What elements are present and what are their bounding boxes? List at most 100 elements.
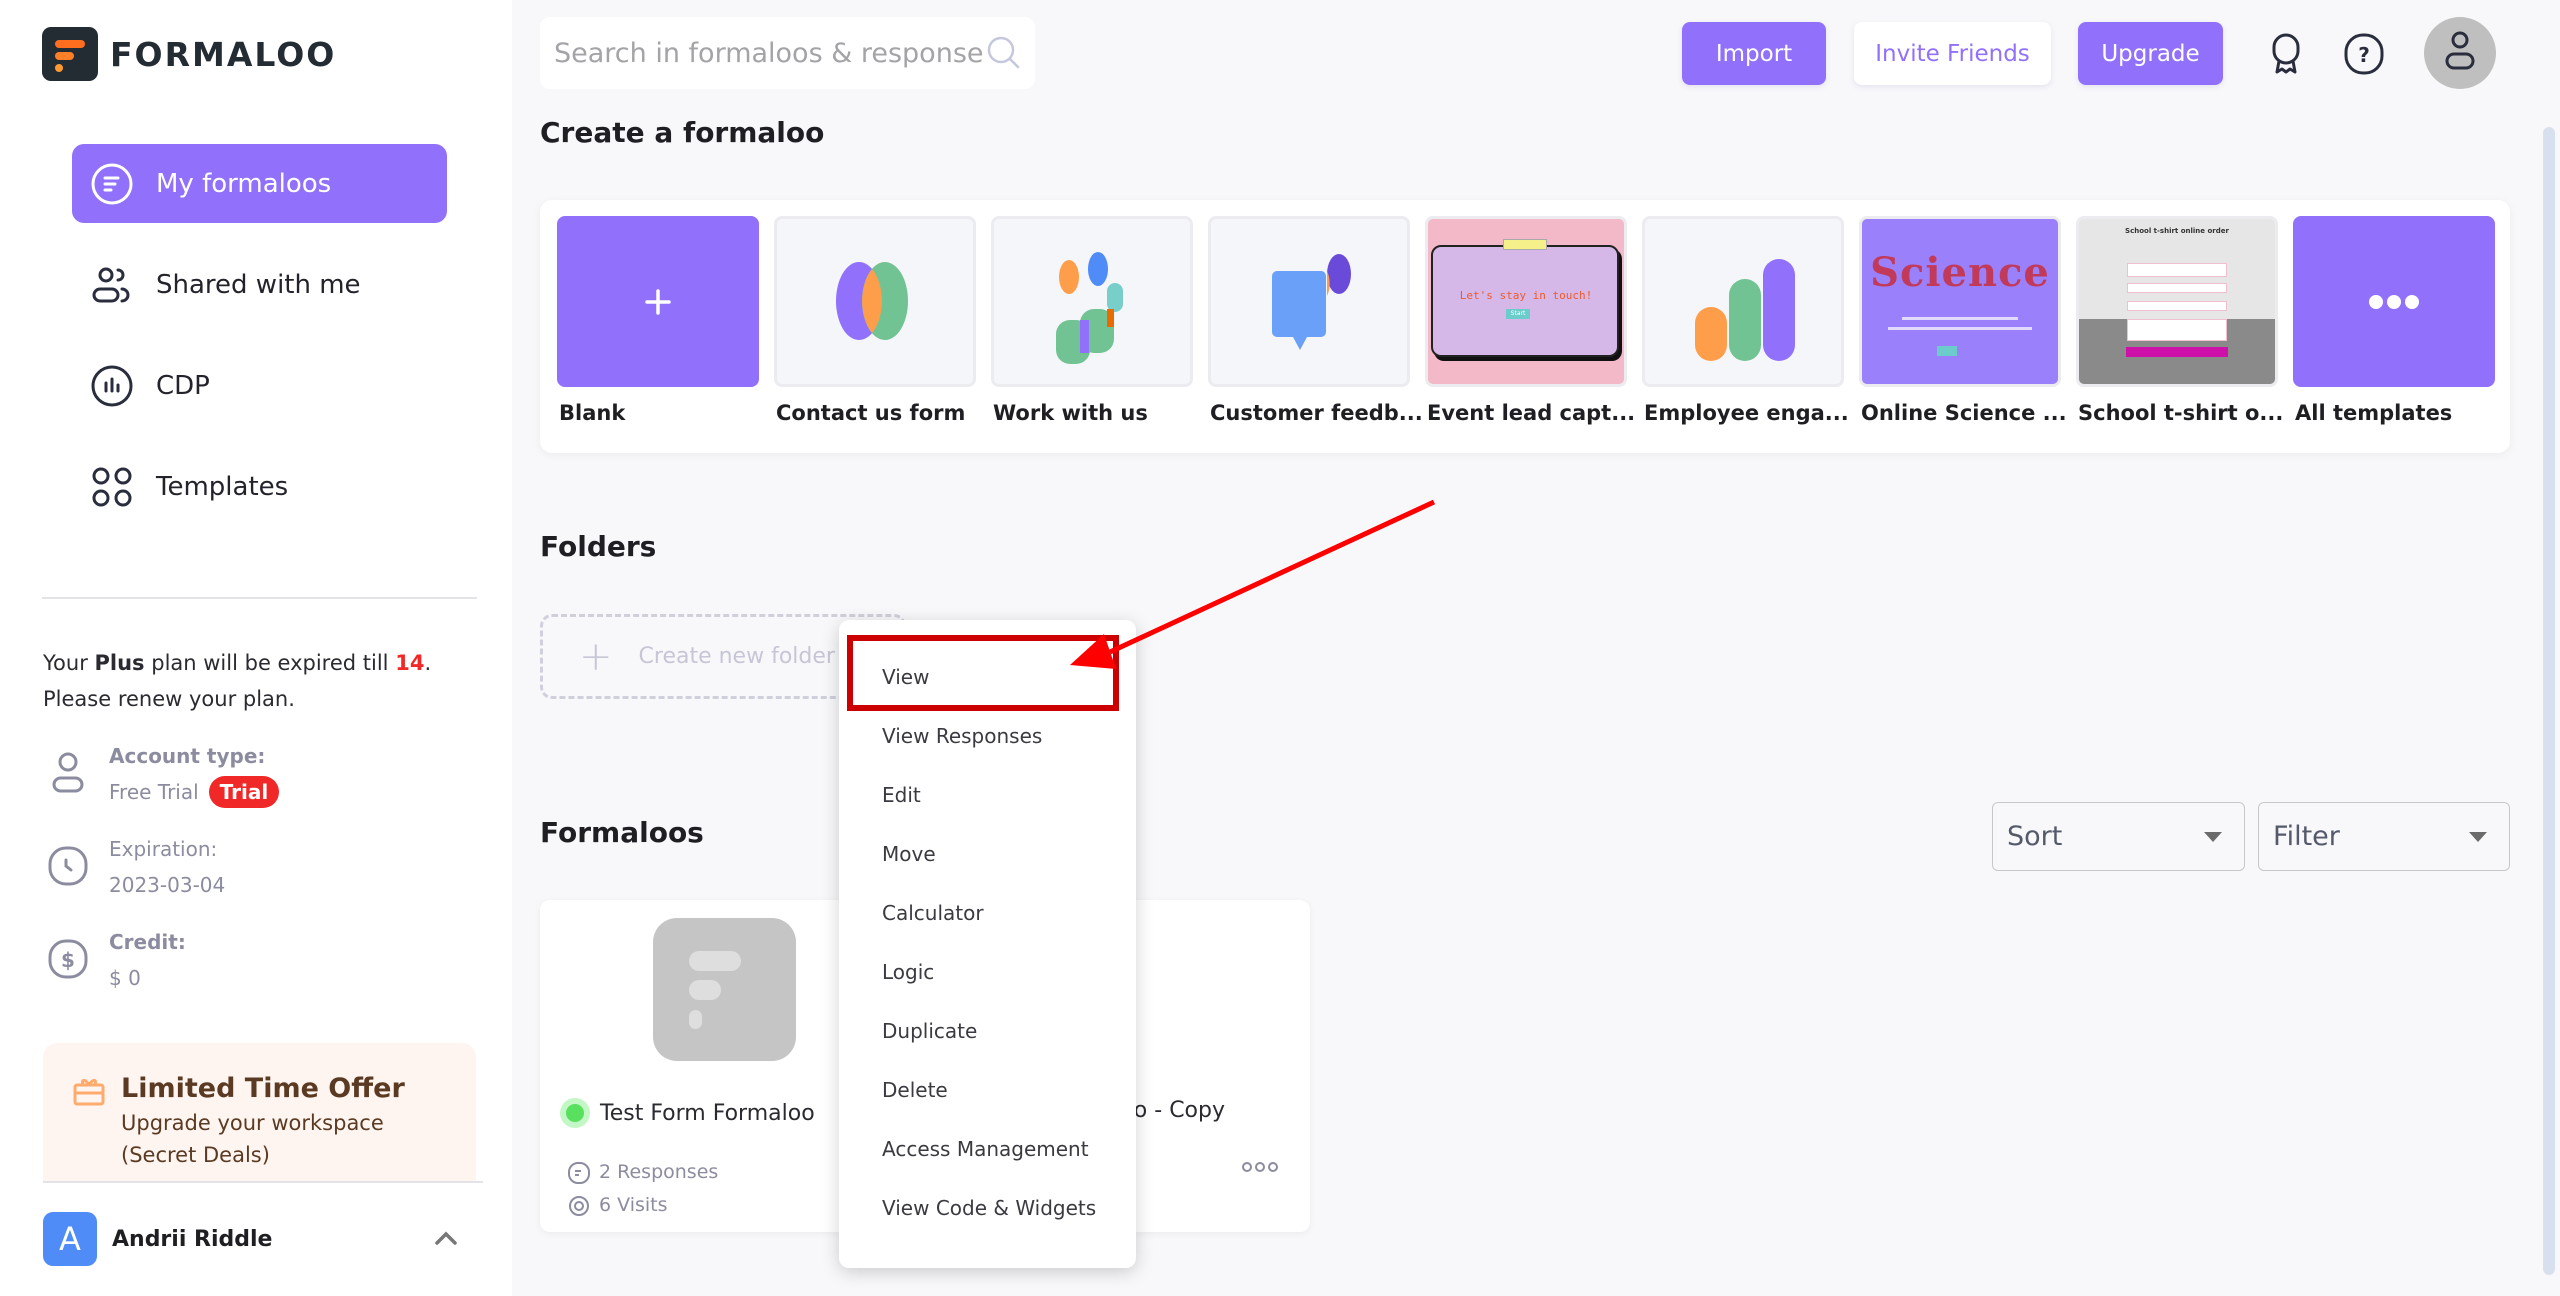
formaloo-logo[interactable]: FORMALOO <box>42 27 336 81</box>
create-folder-label: Create new folder <box>638 644 835 669</box>
sidebar-item-label: CDP <box>156 370 210 401</box>
trial-badge: Trial <box>208 776 280 808</box>
plan-middle: plan will be expired till <box>144 651 396 675</box>
menu-item-edit[interactable]: Edit <box>839 765 1136 824</box>
chart-circle-icon <box>90 364 134 408</box>
create-formaloo-title: Create a formaloo <box>540 116 825 149</box>
import-button[interactable]: Import <box>1682 22 1826 85</box>
filter-select[interactable]: Filter <box>2258 802 2510 871</box>
expiration-value: 2023-03-04 <box>109 873 226 897</box>
account-type-label: Account type: <box>109 744 266 768</box>
formaloo-list-icon <box>90 162 134 206</box>
status-active-icon <box>560 1098 590 1128</box>
credit-label: Credit: <box>109 930 186 954</box>
template-thumb: School t-shirt online order <box>2076 216 2278 387</box>
sort-select[interactable]: Sort <box>1992 802 2245 871</box>
more-options-icon[interactable] <box>1242 1162 1278 1172</box>
plan-prefix: Your <box>43 651 95 675</box>
eye-icon <box>569 1195 589 1216</box>
template-name: Customer feedb... <box>1210 401 1423 425</box>
menu-item-move[interactable]: Move <box>839 824 1136 883</box>
sidebar: FORMALOO My formaloos Shared with me CDP… <box>0 0 512 1296</box>
menu-item-access-management[interactable]: Access Management <box>839 1119 1136 1178</box>
expiration-label: Expiration: <box>109 837 218 861</box>
plan-suffix: . <box>424 651 432 675</box>
template-school-tshirt[interactable]: School t-shirt online order School t-shi… <box>2076 216 2284 425</box>
template-name: Event lead capt... <box>1427 401 1636 425</box>
template-contact-us[interactable]: Contact us form <box>774 216 976 425</box>
thumb-button: Start <box>1506 309 1530 319</box>
award-icon[interactable] <box>2264 32 2308 76</box>
menu-item-duplicate[interactable]: Duplicate <box>839 1001 1136 1060</box>
formaloos-title: Formaloos <box>540 816 704 849</box>
user-menu[interactable]: A Andrii Riddle <box>43 1212 473 1266</box>
caret-down-icon <box>2469 831 2487 842</box>
template-thumb <box>991 216 1193 387</box>
template-customer-feedback[interactable]: Customer feedb... <box>1208 216 1423 425</box>
grid-circles-icon <box>90 465 134 509</box>
venn-illustration <box>836 262 908 340</box>
menu-item-view-responses[interactable]: View Responses <box>839 706 1136 765</box>
chat-bubble-illustration <box>1272 254 1351 350</box>
help-icon[interactable]: ? <box>2342 32 2386 76</box>
card-title: Test Form Formaloo <box>600 1100 815 1126</box>
filter-label: Filter <box>2273 821 2340 852</box>
team-illustration <box>1056 252 1123 364</box>
template-online-science[interactable]: Science Online Science ... <box>1859 216 2067 425</box>
sidebar-item-templates[interactable]: Templates <box>72 447 447 526</box>
template-panel: Blank Contact us form Work with us Custo… <box>540 200 2510 453</box>
thumb-text: School t-shirt online order <box>2125 227 2229 235</box>
sidebar-item-my-formaloos[interactable]: My formaloos <box>72 144 447 223</box>
bar-chart-illustration <box>1695 259 1795 361</box>
user-avatar: A <box>43 1212 97 1266</box>
menu-item-view-code-widgets[interactable]: View Code & Widgets <box>839 1178 1136 1237</box>
template-event-lead-capture[interactable]: Let's stay in touch! Start Event lead ca… <box>1425 216 1636 425</box>
menu-item-calculator[interactable]: Calculator <box>839 883 1136 942</box>
plan-days: 14 <box>395 651 425 675</box>
template-employee-engagement[interactable]: Employee enga... <box>1642 216 1849 425</box>
folders-title: Folders <box>540 530 657 563</box>
clock-icon <box>43 841 93 891</box>
upgrade-button[interactable]: Upgrade <box>2078 22 2223 85</box>
menu-item-delete[interactable]: Delete <box>839 1060 1136 1119</box>
user-name: Andrii Riddle <box>112 1226 273 1252</box>
sidebar-divider <box>43 1181 483 1183</box>
users-icon <box>90 263 134 307</box>
search-bar <box>540 17 1035 89</box>
sort-label: Sort <box>2007 821 2063 852</box>
context-menu: View View Responses Edit Move Calculator… <box>839 620 1136 1268</box>
template-name: School t-shirt o... <box>2078 401 2284 425</box>
responses-count: 2 Responses <box>567 1156 718 1189</box>
search-input[interactable] <box>554 37 984 69</box>
sidebar-divider <box>42 597 477 599</box>
more-dots-icon <box>2369 295 2419 309</box>
thumb-text: Let's stay in touch! <box>1459 289 1593 302</box>
plan-expiry-notice: Your Plus plan will be expired till 14. … <box>43 645 483 717</box>
sidebar-item-cdp[interactable]: CDP <box>72 346 447 425</box>
invite-friends-button[interactable]: Invite Friends <box>1854 22 2051 85</box>
chevron-up-icon[interactable] <box>431 1224 461 1254</box>
offer-line1: Upgrade your workspace <box>121 1111 384 1135</box>
logo-text: FORMALOO <box>110 34 337 74</box>
gift-icon <box>73 1075 105 1107</box>
template-blank[interactable]: Blank <box>557 216 759 425</box>
template-work-with-us[interactable]: Work with us <box>991 216 1193 425</box>
svg-text:?: ? <box>2358 43 2370 67</box>
template-thumb <box>557 216 759 387</box>
offer-line2: (Secret Deals) <box>121 1143 270 1167</box>
offer-title: Limited Time Offer <box>121 1073 405 1104</box>
menu-item-view[interactable]: View <box>839 640 1136 706</box>
search-icon[interactable] <box>984 33 1024 73</box>
plus-icon: + <box>579 633 613 680</box>
profile-avatar[interactable] <box>2424 17 2496 89</box>
sidebar-item-label: Templates <box>156 471 289 502</box>
sidebar-item-shared-with-me[interactable]: Shared with me <box>72 245 447 324</box>
account-type-value: Free Trial <box>109 780 199 804</box>
limited-offer-banner[interactable]: Limited Time Offer Upgrade your workspac… <box>43 1043 476 1181</box>
menu-item-logic[interactable]: Logic <box>839 942 1136 1001</box>
page-scrollbar[interactable] <box>2543 127 2555 1275</box>
sidebar-item-label: Shared with me <box>156 269 361 300</box>
thumb-text: Science <box>1870 249 2050 296</box>
plan-renew-text: Please renew your plan. <box>43 687 295 711</box>
template-all-templates[interactable]: All templates <box>2293 216 2495 425</box>
